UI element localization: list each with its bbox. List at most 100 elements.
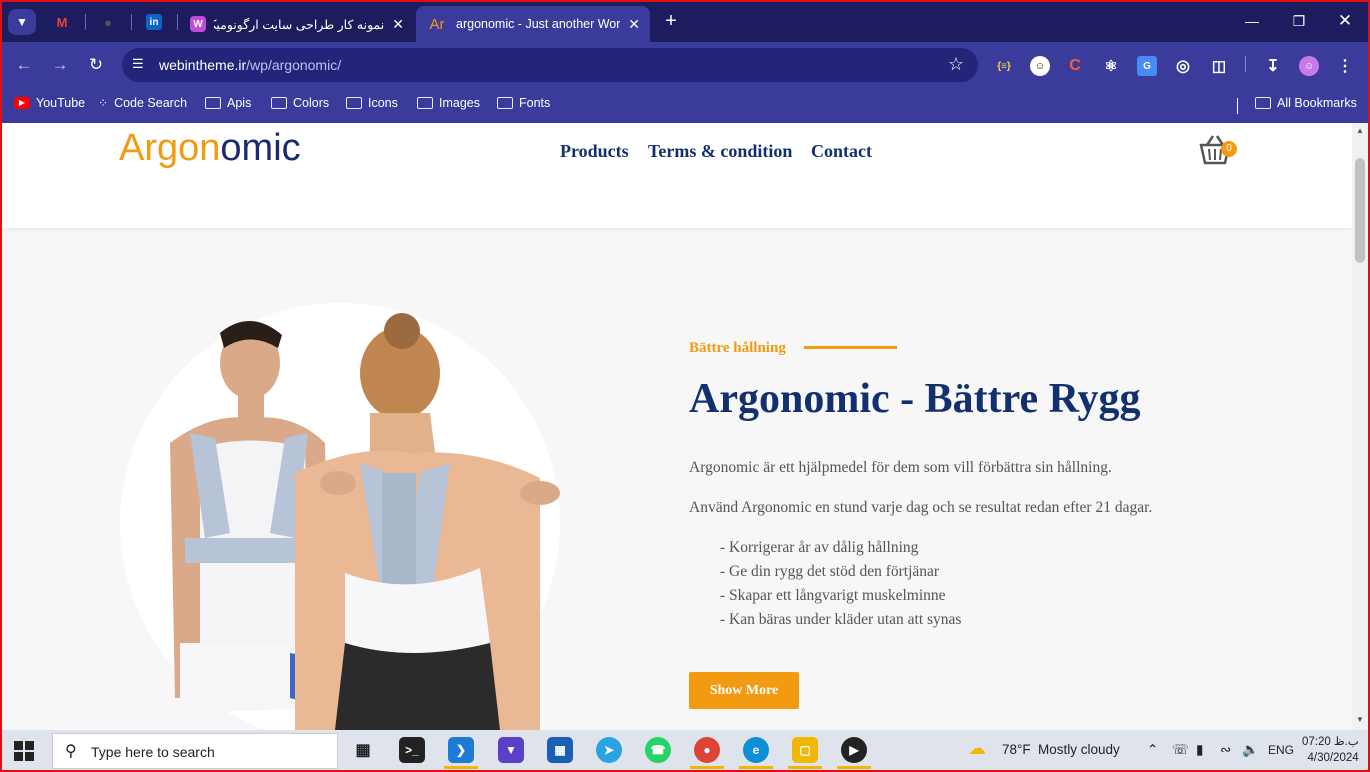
profile-avatar[interactable]: ☺ xyxy=(1299,56,1319,76)
translate-extension-icon[interactable]: G xyxy=(1137,56,1157,76)
wifi-icon[interactable]: ∾ xyxy=(1220,742,1231,758)
hero-paragraph-2: Använd Argonomic en stund varje dag och … xyxy=(689,499,1153,516)
c-extension-icon[interactable]: C xyxy=(1065,56,1085,76)
cart-button[interactable]: 0 xyxy=(1197,133,1237,172)
feature-item: - Kan bäras under kläder utan att synas xyxy=(720,611,962,628)
nav-terms[interactable]: Terms & condition xyxy=(648,141,792,162)
vscode-icon[interactable]: ❯ xyxy=(444,737,478,769)
github-icon[interactable]: ● xyxy=(96,10,120,34)
tab-argonomic[interactable]: Ar argonomic - Just another WordPress si… xyxy=(416,6,650,42)
store-icon[interactable]: ▦ xyxy=(547,737,573,763)
chrome-icon[interactable]: ● xyxy=(690,737,724,769)
extensions-puzzle-icon[interactable]: ◫ xyxy=(1209,56,1229,76)
back-button[interactable]: ← xyxy=(12,54,36,76)
folder-icon xyxy=(417,97,433,109)
json-extension-icon[interactable]: {≡} xyxy=(994,56,1014,76)
eyebrow-line xyxy=(804,346,897,349)
folder-icon xyxy=(1255,97,1271,109)
forward-button[interactable]: → xyxy=(48,54,72,76)
toolbar-separator xyxy=(1245,56,1246,72)
site-logo[interactable]: Argonomic xyxy=(119,127,301,170)
url-text[interactable]: webintheme.ir/wp/argonomic/ xyxy=(159,57,341,73)
react-extension-icon[interactable]: ⚛ xyxy=(1101,56,1121,76)
linkedin-icon[interactable]: in xyxy=(142,10,166,34)
close-icon[interactable]: ✕ xyxy=(392,16,404,33)
weather-temp[interactable]: 78°F xyxy=(1002,742,1031,757)
bookmark-code-search[interactable]: ⁘ Code Search xyxy=(98,96,187,110)
whatsapp-icon[interactable]: ☎ xyxy=(645,737,671,763)
show-more-button[interactable]: Show More xyxy=(689,672,799,709)
restore-button[interactable]: ❐ xyxy=(1284,10,1314,32)
close-icon[interactable]: ✕ xyxy=(628,16,640,33)
code-search-icon: ⁘ xyxy=(98,96,109,110)
tab-separator xyxy=(85,14,86,30)
system-clock[interactable]: 07:20 ب.ظ 4/30/2024 xyxy=(1302,734,1359,766)
reload-button[interactable]: ↻ xyxy=(84,54,108,76)
terminal-icon[interactable]: >_ xyxy=(399,737,425,763)
site-icon: W xyxy=(190,16,206,32)
folder-icon xyxy=(271,97,287,109)
scroll-down-icon[interactable]: ▼ xyxy=(1356,715,1364,724)
youtube-icon: ▶ xyxy=(14,97,30,109)
folder-icon xyxy=(346,97,362,109)
face-extension-icon[interactable]: ☺ xyxy=(1030,56,1050,76)
bookmark-apis[interactable]: Apis xyxy=(205,96,251,110)
search-icon: ⚲ xyxy=(65,743,77,760)
bookmark-icons[interactable]: Icons xyxy=(346,96,398,110)
cart-count-badge: 0 xyxy=(1221,141,1237,157)
weather-text[interactable]: Mostly cloudy xyxy=(1038,742,1120,757)
tab-strip: ▼ M ● in W نمونه کار طراحی سایت ارگونومی… xyxy=(0,0,1370,42)
vpn-shield-icon[interactable]: ▼ xyxy=(498,737,524,763)
tab-separator xyxy=(131,14,132,30)
volume-icon[interactable]: 🔈 xyxy=(1242,742,1259,758)
ar-favicon-icon: Ar xyxy=(429,15,445,33)
battery-icon[interactable]: ▮ xyxy=(1196,742,1203,758)
tab-site-sample[interactable]: W نمونه کار طراحی سایت ارگونومیک ✕ xyxy=(180,6,414,42)
browser-toolbar: ← → ↻ ☰ webintheme.ir/wp/argonomic/ ☆ {≡… xyxy=(0,42,1370,88)
bookmark-separator xyxy=(1237,98,1238,114)
menu-kebab-icon[interactable]: ⋮ xyxy=(1335,56,1355,76)
nav-contact[interactable]: Contact xyxy=(811,141,872,162)
edge-icon[interactable]: e xyxy=(739,737,773,769)
scroll-thumb[interactable] xyxy=(1355,158,1365,263)
feature-item: - Korrigerar år av dålig hållning xyxy=(720,539,919,556)
tab-separator xyxy=(177,14,178,30)
bookmarks-bar: ▶ YouTube ⁘ Code Search Apis Colors Icons … xyxy=(0,88,1370,123)
telegram-icon[interactable]: ➤ xyxy=(596,737,622,763)
site-settings-icon[interactable]: ☰ xyxy=(132,56,144,72)
new-tab-button[interactable]: + xyxy=(660,10,682,32)
chevron-up-icon[interactable]: ⌃ xyxy=(1147,742,1158,758)
target-extension-icon[interactable]: ◎ xyxy=(1173,56,1193,76)
task-view-icon[interactable]: ▦ xyxy=(350,737,376,763)
nav-products[interactable]: Products xyxy=(560,141,629,162)
bookmark-images[interactable]: Images xyxy=(417,96,480,110)
windows-start-icon[interactable] xyxy=(14,741,34,761)
feature-item: - Ge din rygg det stöd den förtjänar xyxy=(720,563,940,580)
folder-icon xyxy=(497,97,513,109)
address-bar[interactable]: ☰ webintheme.ir/wp/argonomic/ ☆ xyxy=(122,48,978,82)
tab-title: argonomic - Just another WordPress site xyxy=(456,17,621,31)
tab-search-button[interactable]: ▼ xyxy=(8,9,36,35)
bookmark-fonts[interactable]: Fonts xyxy=(497,96,550,110)
windows-taskbar: ⚲ Type here to search ▦ >_ ❯ ▼ ▦ ➤ ☎ ● e… xyxy=(0,730,1370,772)
gmail-icon[interactable]: M xyxy=(50,10,74,34)
hero-eyebrow: Bättre hållning xyxy=(689,340,786,356)
scroll-up-icon[interactable]: ▲ xyxy=(1356,126,1364,135)
all-bookmarks[interactable]: All Bookmarks xyxy=(1255,96,1357,110)
hero-title: Argonomic - Bättre Rygg xyxy=(689,376,1141,422)
file-explorer-icon[interactable]: ▢ xyxy=(788,737,822,769)
minimize-button[interactable]: — xyxy=(1237,10,1267,32)
close-window-button[interactable]: ✕ xyxy=(1330,10,1360,32)
weather-icon[interactable]: ☁ xyxy=(968,738,986,759)
taskbar-search-input[interactable]: ⚲ Type here to search xyxy=(52,733,338,769)
page-scrollbar[interactable]: ▲ ▼ xyxy=(1352,123,1368,730)
language-indicator[interactable]: ENG xyxy=(1268,743,1294,757)
bookmark-star-icon[interactable]: ☆ xyxy=(948,54,964,75)
download-icon[interactable]: ↧ xyxy=(1263,56,1283,76)
web-page: Argonomic Products Terms & condition Con… xyxy=(2,123,1352,730)
hero-paragraph-1: Argonomic är ett hjälpmedel för dem som … xyxy=(689,459,1112,476)
bookmark-youtube[interactable]: ▶ YouTube xyxy=(14,96,85,110)
media-player-icon[interactable]: ▶ xyxy=(837,737,871,769)
bookmark-colors[interactable]: Colors xyxy=(271,96,329,110)
meet-icon[interactable]: ☏ xyxy=(1172,742,1189,758)
